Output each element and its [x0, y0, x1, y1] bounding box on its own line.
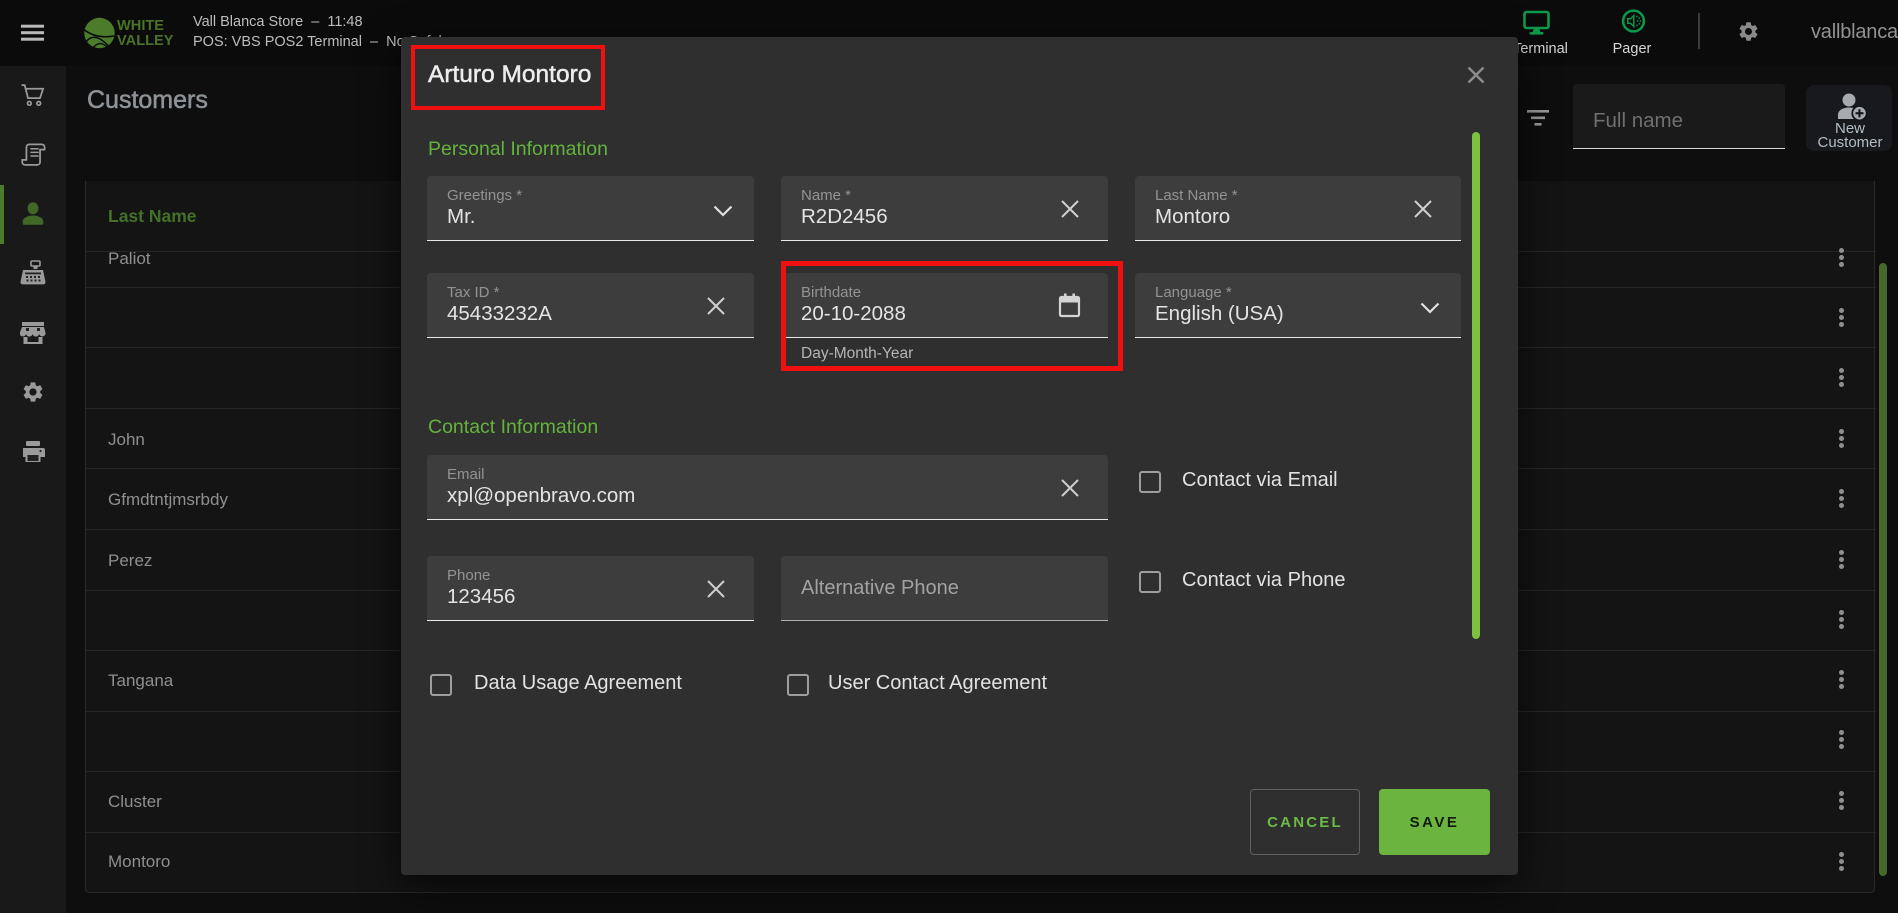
svg-text:WHITE: WHITE: [117, 18, 164, 34]
svg-text:VALLEY: VALLEY: [117, 33, 174, 49]
